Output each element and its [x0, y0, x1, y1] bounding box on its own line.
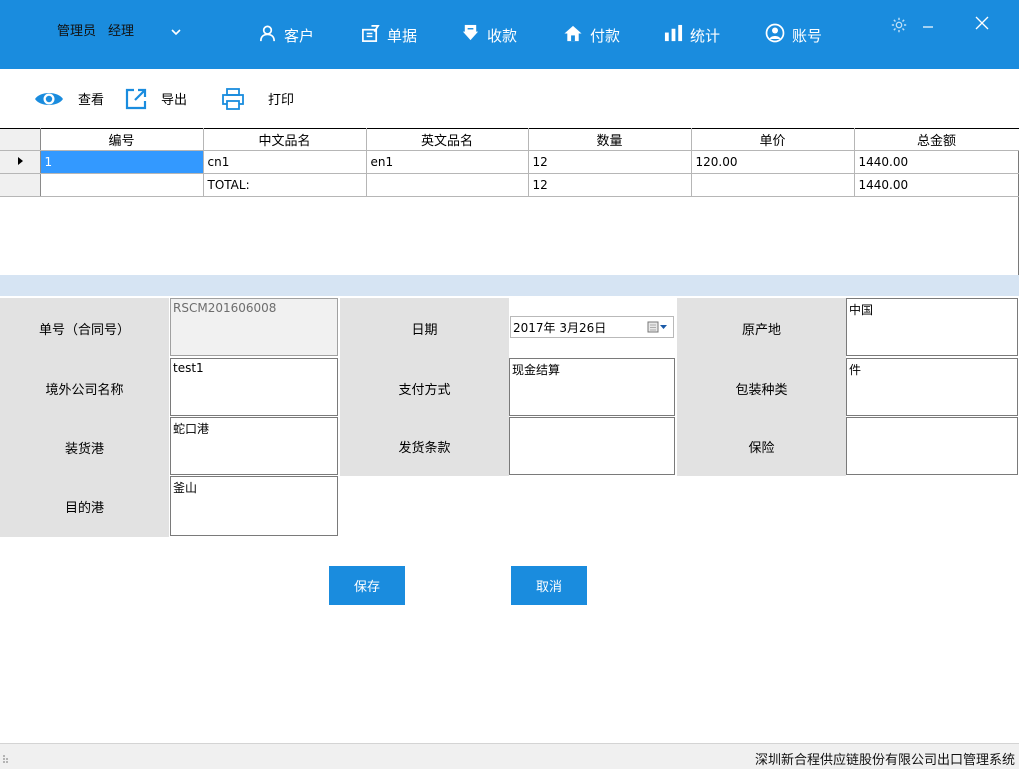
status-bar: 深圳新合程供应链股份有限公司出口管理系统	[0, 743, 1019, 769]
app-window: 管理员 经理 客户 单据 收款 付款 统计 账号 查看 导出 打印 编号 中文品…	[0, 0, 1019, 769]
origin-label: 原产地	[677, 298, 846, 358]
table-cell[interactable]: cn1	[203, 150, 367, 174]
table-row[interactable]: 1 cn1 en1 12 120.00 1440.00	[0, 150, 1019, 174]
export-button[interactable]: 导出	[125, 69, 187, 128]
row-header[interactable]	[0, 173, 41, 197]
row-header-corner	[0, 128, 41, 151]
printer-icon	[222, 87, 244, 110]
toolbar: 查看 导出 打印	[0, 69, 1019, 128]
loading-port-label: 装货港	[0, 417, 169, 478]
user-info[interactable]: 管理员 经理	[57, 20, 134, 39]
download-icon	[461, 24, 487, 47]
table-cell[interactable]	[366, 173, 529, 197]
cancel-button[interactable]: 取消	[511, 566, 587, 605]
overseas-company-field[interactable]: test1	[170, 358, 338, 416]
user-role: 管理员	[57, 24, 97, 39]
column-header[interactable]: 总金额	[854, 128, 1019, 151]
payment-method-field[interactable]: 现金结算	[509, 358, 675, 416]
nav-payments[interactable]: 付款	[563, 22, 620, 48]
contract-no-field[interactable]: RSCM201606008	[170, 298, 338, 356]
table-cell[interactable]: 1440.00	[854, 173, 1019, 197]
resize-grip-icon[interactable]	[2, 752, 10, 766]
destination-port-field[interactable]: 釜山	[170, 476, 338, 536]
table-cell[interactable]: 12	[528, 173, 692, 197]
shipping-terms-field[interactable]	[509, 417, 675, 475]
items-grid[interactable]: 编号 中文品名 英文品名 数量 单价 总金额 1 cn1 en1 12 120.…	[0, 128, 1019, 275]
nav-customers[interactable]: 客户	[258, 22, 314, 48]
eye-icon	[34, 89, 64, 109]
insurance-field[interactable]	[846, 417, 1018, 475]
nav-statistics[interactable]: 统计	[664, 22, 720, 48]
column-header[interactable]: 中文品名	[203, 128, 367, 151]
nav-receipts[interactable]: 收款	[461, 22, 517, 48]
date-label: 日期	[340, 298, 509, 358]
home-icon	[563, 24, 590, 47]
document-icon	[361, 24, 387, 47]
contract-no-label: 单号（合同号）	[0, 298, 169, 358]
grid-header-row: 编号 中文品名 英文品名 数量 单价 总金额	[0, 128, 1019, 151]
column-header[interactable]: 编号	[40, 128, 204, 151]
user-title: 经理	[108, 24, 135, 39]
column-header[interactable]: 数量	[528, 128, 692, 151]
column-header[interactable]: 英文品名	[366, 128, 529, 151]
origin-field[interactable]: 中国	[846, 298, 1018, 356]
package-type-field[interactable]: 件	[846, 358, 1018, 416]
package-type-label: 包装种类	[677, 358, 846, 418]
table-row[interactable]: TOTAL: 12 1440.00	[0, 173, 1019, 197]
table-cell[interactable]: 1	[40, 150, 204, 174]
export-label: 导出	[161, 93, 188, 108]
date-value: 2017年 3月26日	[513, 320, 607, 335]
loading-port-field[interactable]: 蛇口港	[170, 417, 338, 475]
payment-method-label: 支付方式	[340, 358, 509, 418]
table-cell[interactable]: 12	[528, 150, 692, 174]
gear-icon[interactable]	[890, 16, 908, 37]
header-bar: 管理员 经理 客户 单据 收款 付款 统计 账号	[0, 0, 1019, 69]
column-header[interactable]: 单价	[691, 128, 855, 151]
save-button[interactable]: 保存	[329, 566, 405, 605]
print-button[interactable]: 打印	[222, 69, 294, 128]
caret-right-icon	[17, 157, 23, 165]
insurance-label: 保险	[677, 417, 846, 476]
close-icon[interactable]	[975, 16, 989, 33]
destination-port-label: 目的港	[0, 476, 169, 537]
account-icon	[765, 23, 792, 47]
nav-label: 客户	[284, 26, 315, 45]
contract-form: 单号（合同号） RSCM201606008 日期 2017年 3月26日 原产地…	[0, 296, 1019, 541]
chevron-down-icon[interactable]	[170, 26, 182, 38]
user-icon	[258, 24, 284, 47]
table-cell[interactable]: 1440.00	[854, 150, 1019, 174]
nav-accounts[interactable]: 账号	[765, 22, 822, 48]
nav-label: 单据	[387, 26, 418, 45]
table-cell[interactable]	[40, 173, 204, 197]
nav-documents[interactable]: 单据	[361, 22, 417, 48]
nav-label: 付款	[590, 26, 621, 45]
nav-label: 统计	[690, 26, 721, 45]
bar-chart-icon	[664, 24, 690, 47]
export-icon	[125, 88, 147, 110]
section-divider	[0, 275, 1019, 296]
nav-label: 收款	[487, 26, 518, 45]
table-cell[interactable]: en1	[366, 150, 529, 174]
minimize-icon[interactable]	[922, 20, 934, 34]
status-text: 深圳新合程供应链股份有限公司出口管理系统	[754, 753, 1015, 768]
shipping-terms-label: 发货条款	[340, 417, 509, 476]
table-cell[interactable]	[691, 173, 855, 197]
date-picker[interactable]: 2017年 3月26日	[510, 316, 674, 338]
current-row-indicator[interactable]	[0, 150, 41, 174]
nav-label: 账号	[792, 26, 823, 45]
overseas-company-label: 境外公司名称	[0, 358, 169, 418]
table-cell[interactable]: TOTAL:	[203, 173, 367, 197]
table-cell[interactable]: 120.00	[691, 150, 855, 174]
calendar-dropdown-icon[interactable]	[647, 320, 669, 337]
view-label: 查看	[78, 93, 105, 108]
view-button[interactable]: 查看	[34, 69, 104, 128]
print-label: 打印	[268, 93, 295, 108]
